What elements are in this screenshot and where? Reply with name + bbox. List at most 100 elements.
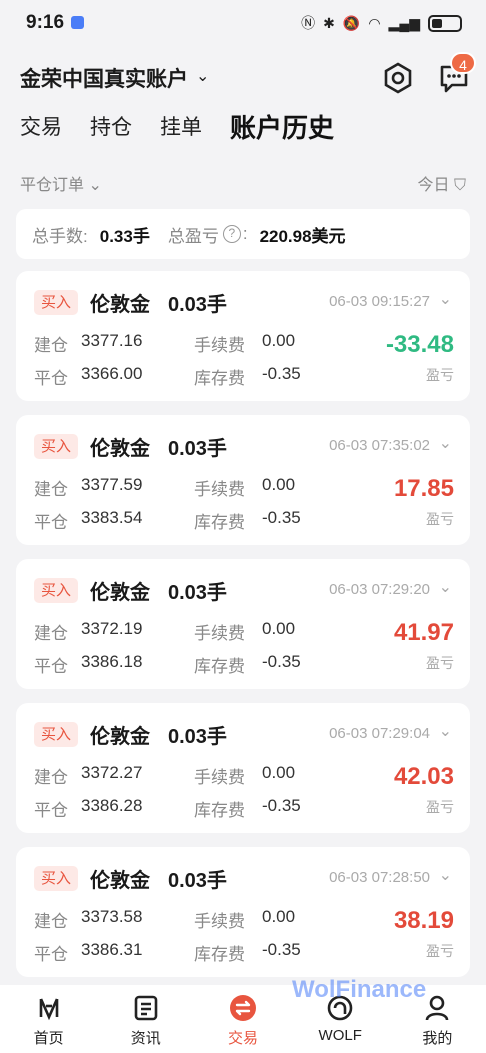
open-price-label: 建仓	[34, 768, 68, 787]
profile-icon	[426, 995, 449, 1021]
order-lots: 0.03手	[168, 870, 227, 892]
swap-value: -0.35	[262, 652, 301, 671]
side-badge: 买入	[34, 722, 78, 747]
order-symbol: 伦敦金	[90, 870, 150, 892]
open-price-value: 3377.16	[81, 331, 143, 350]
order-symbol: 伦敦金	[90, 438, 150, 460]
order-lots: 0.03手	[168, 726, 227, 748]
news-icon	[134, 995, 158, 1021]
chevron-down-icon[interactable]: ⌄	[439, 865, 452, 885]
order-time: 06-03 07:29:04	[329, 725, 430, 742]
message-badge: 4	[450, 52, 476, 74]
open-price-label: 建仓	[34, 336, 68, 355]
tab-positions[interactable]: 持仓	[90, 112, 132, 144]
chevron-down-icon[interactable]: ⌄	[439, 721, 452, 741]
settings-icon[interactable]	[380, 60, 416, 96]
order-type-filter[interactable]: 平仓订单 ⌄	[20, 171, 102, 195]
tab-account-history[interactable]: 账户历史	[230, 112, 334, 144]
order-pnl-label: 盈亏	[426, 511, 454, 527]
trade-icon	[230, 995, 256, 1021]
swap-label: 库存费	[194, 657, 245, 676]
side-badge: 买入	[34, 290, 78, 315]
order-pnl-label: 盈亏	[426, 943, 454, 959]
order-time: 06-03 07:35:02	[329, 437, 430, 454]
nav-trade[interactable]: 交易	[194, 985, 291, 1053]
side-badge: 买入	[34, 866, 78, 891]
open-price-label: 建仓	[34, 480, 68, 499]
tab-bar: 交易 持仓 挂单 账户历史	[20, 112, 362, 144]
fee-value: 0.00	[262, 475, 296, 494]
close-price-value: 3386.28	[81, 796, 143, 815]
status-bar: 9:16 Ⓝ ✱ 🔕 ◠ ▂▄▆	[0, 0, 486, 48]
order-type-label: 平仓订单	[20, 177, 85, 194]
chevron-down-icon[interactable]: ⌄	[439, 433, 452, 453]
order-pnl-label: 盈亏	[426, 367, 454, 383]
close-price-value: 3383.54	[81, 508, 143, 527]
order-pnl-value: 17.85	[393, 475, 454, 502]
account-title[interactable]: 金荣中国真实账户	[20, 63, 188, 93]
help-icon[interactable]: ?	[222, 225, 241, 243]
status-icons: Ⓝ ✱ 🔕 ◠ ▂▄▆	[301, 13, 462, 33]
order-pnl-value: 41.97	[393, 619, 454, 646]
order-card[interactable]: 买入 伦敦金 0.03手 06-03 07:35:02 ⌄ 建仓 3377.59…	[16, 415, 470, 545]
tab-trade[interactable]: 交易	[20, 112, 62, 144]
total-pnl-value: 220.98美元	[259, 226, 346, 246]
nav-trade-label: 交易	[228, 1030, 259, 1047]
order-card[interactable]: 买入 伦敦金 0.03手 06-03 07:29:20 ⌄ 建仓 3372.19…	[16, 559, 470, 689]
open-price-label: 建仓	[34, 624, 68, 643]
nav-news-label: 资讯	[130, 1030, 161, 1047]
header: 金荣中国真实账户 ⌄	[0, 50, 486, 106]
nav-home[interactable]: 首页	[0, 985, 97, 1053]
notification-icon	[71, 16, 84, 29]
fee-label: 手续费	[194, 624, 245, 643]
order-lots: 0.03手	[168, 294, 227, 316]
nav-profile[interactable]: 我的	[389, 985, 486, 1053]
nav-home-label: 首页	[33, 1030, 64, 1047]
bluetooth-icon: ✱	[323, 14, 335, 31]
swap-value: -0.35	[262, 364, 301, 383]
signal-icon: ▂▄▆	[388, 14, 420, 31]
chevron-down-icon[interactable]: ⌄	[196, 66, 209, 86]
close-price-label: 平仓	[34, 513, 68, 532]
order-card[interactable]: 买入 伦敦金 0.03手 06-03 07:29:04 ⌄ 建仓 3372.27…	[16, 703, 470, 833]
order-lots: 0.03手	[168, 438, 227, 460]
fee-label: 手续费	[194, 768, 245, 787]
bottom-nav: 首页 资讯 交易 WOLF 我的	[0, 985, 486, 1053]
nav-wolf[interactable]: WOLF	[292, 985, 389, 1053]
chevron-down-icon: ⌄	[88, 177, 102, 194]
date-filter[interactable]: 今日 ⛉	[418, 171, 466, 195]
close-price-label: 平仓	[34, 369, 68, 388]
total-lots-label: 总手数:	[32, 226, 88, 246]
order-time: 06-03 09:15:27	[329, 293, 430, 310]
tab-pending-orders[interactable]: 挂单	[160, 112, 202, 144]
chevron-down-icon[interactable]: ⌄	[439, 289, 452, 309]
fee-label: 手续费	[194, 912, 245, 931]
swap-label: 库存费	[194, 945, 245, 964]
wolf-icon	[327, 995, 353, 1021]
open-price-value: 3373.58	[81, 907, 143, 926]
order-pnl-label: 盈亏	[426, 799, 454, 815]
order-card[interactable]: 买入 伦敦金 0.03手 06-03 07:28:50 ⌄ 建仓 3373.58…	[16, 847, 470, 977]
swap-value: -0.35	[262, 508, 301, 527]
side-badge: 买入	[34, 434, 78, 459]
wifi-icon: ◠	[368, 14, 381, 31]
swap-label: 库存费	[194, 513, 245, 532]
close-price-value: 3386.31	[81, 940, 143, 959]
nav-news[interactable]: 资讯	[97, 985, 194, 1053]
order-pnl-value: 38.19	[393, 907, 454, 934]
fee-label: 手续费	[194, 336, 245, 355]
summary-card: 总手数: 0.33手 总盈亏 ? : 220.98美元	[16, 209, 470, 259]
order-time: 06-03 07:28:50	[329, 869, 430, 886]
open-price-value: 3372.27	[81, 763, 143, 782]
nfc-icon: Ⓝ	[301, 15, 316, 31]
total-lots-value: 0.33手	[99, 226, 150, 246]
order-time: 06-03 07:29:20	[329, 581, 430, 598]
swap-value: -0.35	[262, 940, 301, 959]
order-card[interactable]: 买入 伦敦金 0.03手 06-03 09:15:27 ⌄ 建仓 3377.16…	[16, 271, 470, 401]
chevron-down-icon[interactable]: ⌄	[439, 577, 452, 597]
open-price-value: 3372.19	[81, 619, 143, 638]
fee-label: 手续费	[194, 480, 245, 499]
swap-label: 库存费	[194, 801, 245, 820]
side-badge: 买入	[34, 578, 78, 603]
order-list: 买入 伦敦金 0.03手 06-03 09:15:27 ⌄ 建仓 3377.16…	[16, 271, 470, 991]
